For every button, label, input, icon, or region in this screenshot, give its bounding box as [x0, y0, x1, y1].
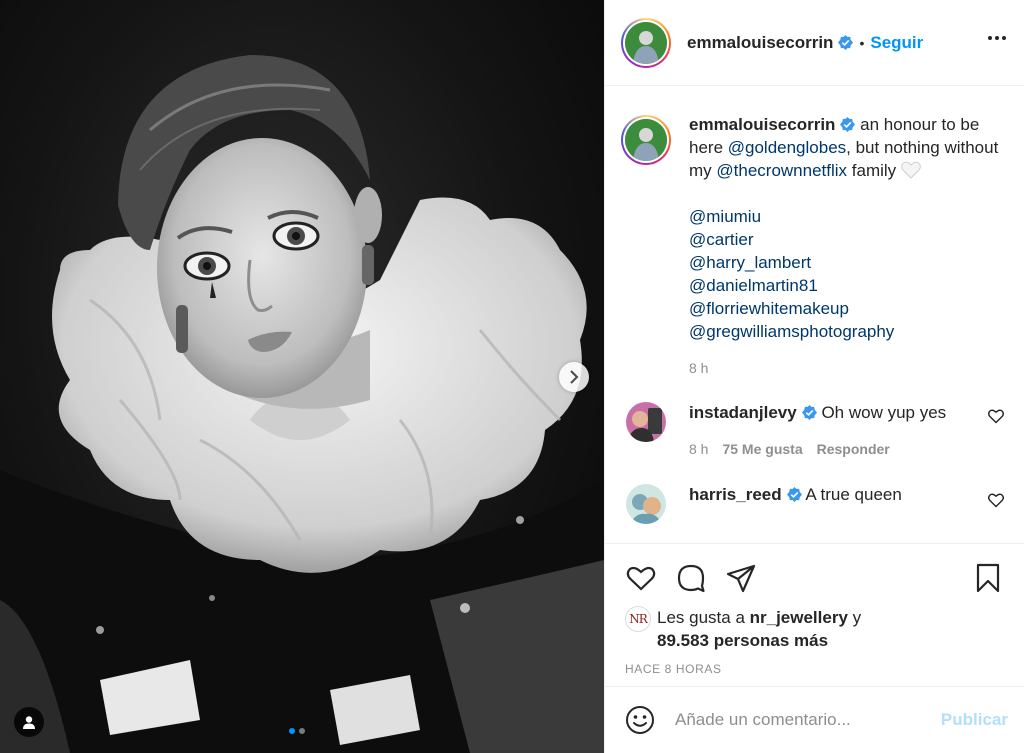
author-username[interactable]: emmalouisecorrin [687, 33, 833, 53]
tagged-users-button[interactable] [14, 707, 44, 737]
post-media[interactable] [0, 0, 604, 753]
credit-mention[interactable]: @harry_lambert [689, 251, 1008, 274]
header-separator: • [859, 34, 865, 51]
action-bar [605, 544, 1024, 596]
post-actions-section: NR Les gusta a nr_jewellery y 89.583 per… [605, 543, 1024, 676]
commenter-avatar[interactable] [626, 484, 666, 524]
comment-text: A true queen [801, 485, 902, 504]
post-caption: emmalouisecorrin an honour to be here @g… [621, 87, 1008, 380]
verified-badge-icon [801, 405, 817, 420]
likes-text: Les gusta a nr_jewellery y 89.583 person… [657, 606, 861, 652]
mention-link[interactable]: @thecrownnetflix [716, 161, 847, 180]
caption-text: emmalouisecorrin an honour to be here @g… [689, 113, 1008, 380]
carousel-indicator [289, 728, 305, 734]
comment-text: Oh wow yup yes [816, 403, 947, 422]
caption-username[interactable]: emmalouisecorrin [689, 115, 835, 134]
like-comment-heart-icon[interactable] [988, 408, 1004, 424]
verified-badge-icon [838, 35, 854, 50]
caption-text-part: family [847, 161, 901, 180]
comment-input[interactable] [675, 710, 941, 730]
likes-middle: y [847, 608, 862, 627]
share-send-icon[interactable] [725, 562, 757, 594]
liker-avatar[interactable]: NR [625, 606, 651, 632]
reply-button[interactable]: Responder [817, 438, 890, 460]
caption-avatar[interactable] [621, 115, 671, 165]
likes-summary: NR Les gusta a nr_jewellery y 89.583 per… [605, 596, 1024, 652]
mention-link[interactable]: @goldenglobes [728, 138, 846, 157]
next-photo-button[interactable] [559, 362, 589, 392]
save-bookmark-icon[interactable] [972, 562, 1004, 594]
like-heart-icon[interactable] [625, 562, 657, 594]
white-heart-emoji-icon [901, 161, 921, 179]
comments-list[interactable]: emmalouisecorrin an honour to be here @g… [605, 87, 1024, 543]
comment-item: instadanjlevy Oh wow yup yes 8 h 75 Me g… [621, 402, 1008, 460]
comment-likes-count[interactable]: 75 Me gusta [722, 438, 802, 460]
caption-timestamp[interactable]: 8 h [689, 357, 1008, 380]
post-photo [0, 55, 604, 753]
comment-timestamp[interactable]: 8 h [689, 438, 708, 460]
add-comment-bar: Publicar [605, 686, 1024, 753]
credit-mention[interactable]: @florriewhitemakeup [689, 297, 1008, 320]
likes-count-link[interactable]: 89.583 personas más [657, 631, 828, 650]
commenter-avatar[interactable] [626, 402, 666, 442]
verified-badge-icon [840, 117, 856, 132]
comment-bubble-icon[interactable] [675, 562, 707, 594]
credit-mention[interactable]: @cartier [689, 228, 1008, 251]
author-avatar[interactable] [621, 17, 671, 68]
follow-button[interactable]: Seguir [870, 33, 923, 53]
post-details-panel: emmalouisecorrin • Seguir emmalouisecorr… [604, 0, 1024, 753]
verified-badge-icon [786, 487, 802, 502]
carousel-dot-1 [289, 728, 295, 734]
commenter-username[interactable]: instadanjlevy [689, 403, 797, 422]
credit-mention[interactable]: @danielmartin81 [689, 274, 1008, 297]
liker-username[interactable]: nr_jewellery [750, 608, 848, 627]
credit-mention[interactable]: @gregwilliamsphotography [689, 320, 1008, 343]
post-header: emmalouisecorrin • Seguir [605, 0, 1024, 86]
like-comment-heart-icon[interactable] [988, 492, 1004, 508]
publish-comment-button[interactable]: Publicar [941, 710, 1008, 730]
carousel-dot-2 [299, 728, 305, 734]
emoji-picker-icon[interactable] [625, 705, 655, 735]
liker-avatar-initials: NR [629, 612, 648, 626]
post-timestamp[interactable]: HACE 8 HORAS [605, 652, 1024, 676]
likes-prefix: Les gusta a [657, 608, 750, 627]
more-options-icon[interactable] [988, 36, 1006, 40]
credit-mention[interactable]: @miumiu [689, 205, 1008, 228]
comment-item: harris_reed A true queen [621, 484, 1008, 524]
commenter-username[interactable]: harris_reed [689, 485, 782, 504]
comment-meta: 8 h 75 Me gusta Responder [689, 438, 946, 460]
chevron-right-icon [570, 370, 579, 384]
user-icon [23, 716, 35, 729]
